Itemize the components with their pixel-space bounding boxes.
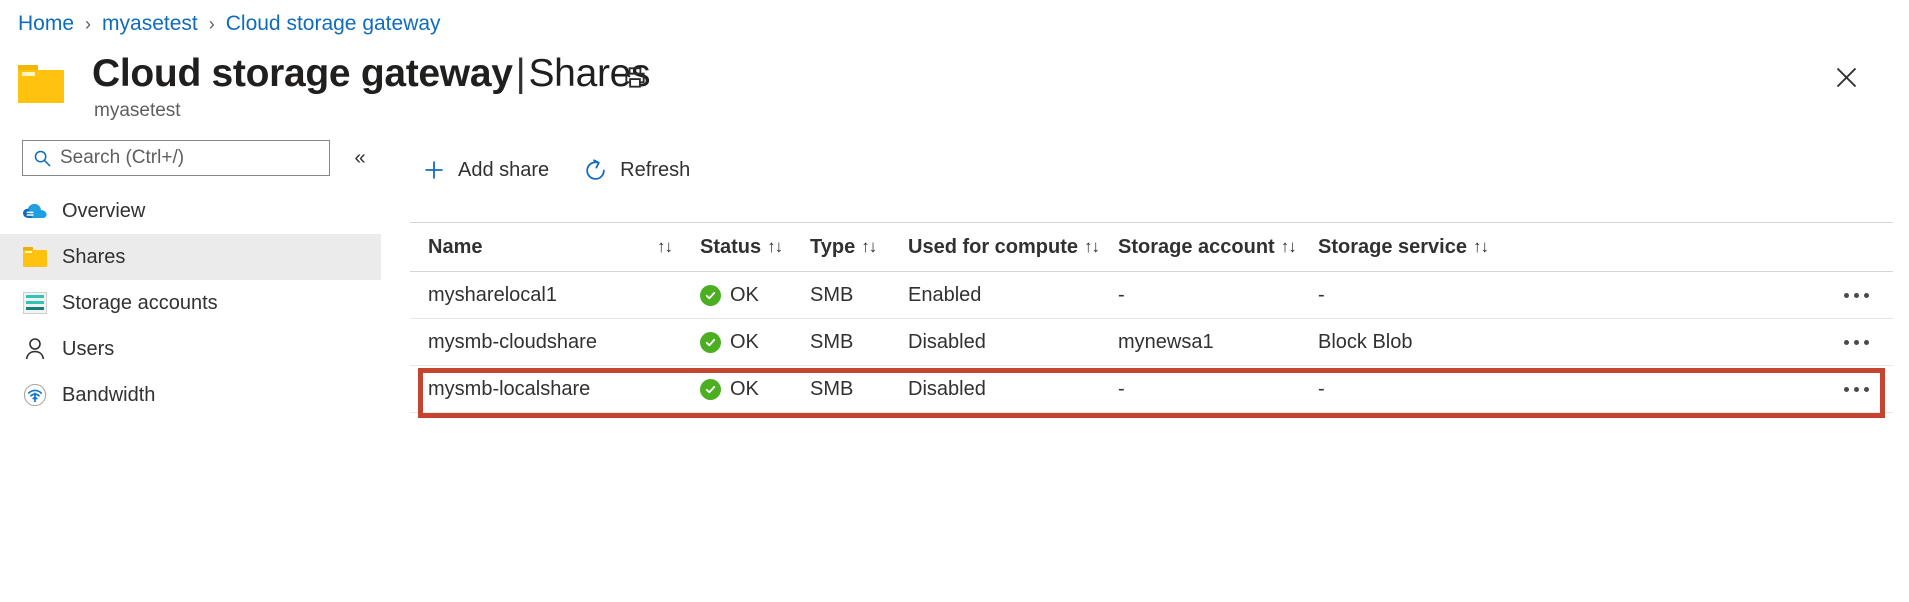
search-input[interactable] xyxy=(60,147,310,169)
sidebar-item-storage-accounts[interactable]: Storage accounts xyxy=(0,280,381,326)
cell-storage-service: - xyxy=(1318,378,1523,401)
cell-storage-account: mynewsa1 xyxy=(1118,331,1318,354)
cloud-icon xyxy=(22,198,48,224)
folder-icon xyxy=(18,65,64,103)
page-title: Cloud storage gateway|Shares xyxy=(92,52,650,96)
more-options-icon[interactable] xyxy=(1840,287,1873,304)
column-header-name[interactable]: Name ↑↓ xyxy=(410,236,700,259)
cell-actions xyxy=(1523,381,1893,398)
cell-used-for-compute: Disabled xyxy=(908,378,1118,401)
refresh-label: Refresh xyxy=(620,159,690,182)
column-header-label: Storage account xyxy=(1118,236,1275,259)
cell-name: mysmb-cloudshare xyxy=(410,331,700,354)
breadcrumb-item-cloud-storage-gateway[interactable]: Cloud storage gateway xyxy=(226,12,441,36)
table-row[interactable]: mysharelocal1 OK SMB Enabled - - xyxy=(410,272,1893,319)
user-icon xyxy=(22,336,48,362)
column-header-used-for-compute[interactable]: Used for compute ↑↓ xyxy=(908,236,1118,259)
cell-status: OK xyxy=(700,331,810,354)
collapse-sidebar-button[interactable]: « xyxy=(345,144,375,172)
refresh-button[interactable]: Refresh xyxy=(583,158,690,183)
more-options-icon[interactable] xyxy=(1840,334,1873,351)
cell-storage-service: - xyxy=(1318,284,1523,307)
sidebar-item-bandwidth[interactable]: Bandwidth xyxy=(0,372,381,418)
bandwidth-icon xyxy=(22,382,48,408)
sidebar-item-label: Storage accounts xyxy=(62,292,218,315)
sort-icon[interactable]: ↑↓ xyxy=(657,237,672,257)
search-box[interactable] xyxy=(22,140,330,176)
page-subtitle: myasetest xyxy=(94,100,181,122)
cell-name: mysmb-localshare xyxy=(410,378,700,401)
sidebar-nav-list: Overview Shares Storage accounts xyxy=(0,188,381,418)
azure-portal-shares-blade: Home › myasetest › Cloud storage gateway… xyxy=(0,0,1909,602)
main-content: Add share Refresh Name ↑↓ xyxy=(410,138,1909,602)
close-icon[interactable] xyxy=(1825,56,1867,98)
cell-storage-account: - xyxy=(1118,284,1318,307)
add-share-button[interactable]: Add share xyxy=(422,158,549,182)
sidebar-item-label: Shares xyxy=(62,246,125,269)
cell-actions xyxy=(1523,334,1893,351)
cell-type: SMB xyxy=(810,331,908,354)
blade-header: Cloud storage gateway|Shares myasetest xyxy=(18,52,1889,124)
cell-status: OK xyxy=(700,284,810,307)
breadcrumb: Home › myasetest › Cloud storage gateway xyxy=(18,8,441,40)
refresh-icon xyxy=(583,158,608,183)
breadcrumb-item-myasetest[interactable]: myasetest xyxy=(102,12,198,36)
cell-status: OK xyxy=(700,378,810,401)
cell-actions xyxy=(1523,287,1893,304)
status-label: OK xyxy=(730,378,759,401)
cell-type: SMB xyxy=(810,284,908,307)
table-row[interactable]: mysmb-cloudshare OK SMB Disabled mynewsa… xyxy=(410,319,1893,366)
cell-storage-service: Block Blob xyxy=(1318,331,1523,354)
sidebar-item-label: Overview xyxy=(62,200,145,223)
sidebar-item-users[interactable]: Users xyxy=(0,326,381,372)
cell-used-for-compute: Enabled xyxy=(908,284,1118,307)
status-ok-icon xyxy=(700,379,721,400)
folder-icon xyxy=(22,244,48,270)
status-ok-icon xyxy=(700,332,721,353)
status-ok-icon xyxy=(700,285,721,306)
column-header-type[interactable]: Type ↑↓ xyxy=(810,236,908,259)
table-header-row: Name ↑↓ Status ↑↓ Type ↑↓ Used for compu… xyxy=(410,223,1893,272)
status-label: OK xyxy=(730,331,759,354)
cell-used-for-compute: Disabled xyxy=(908,331,1118,354)
column-header-label: Status xyxy=(700,236,761,259)
breadcrumb-item-home[interactable]: Home xyxy=(18,12,74,36)
sidebar-item-shares[interactable]: Shares xyxy=(0,234,381,280)
storage-accounts-icon xyxy=(22,290,48,316)
command-bar: Add share Refresh xyxy=(422,146,690,194)
plus-icon xyxy=(422,158,446,182)
shares-table: Name ↑↓ Status ↑↓ Type ↑↓ Used for compu… xyxy=(410,223,1893,413)
sort-icon[interactable]: ↑↓ xyxy=(767,237,782,257)
sidebar-item-label: Bandwidth xyxy=(62,384,155,407)
column-header-storage-service[interactable]: Storage service ↑↓ xyxy=(1318,236,1523,259)
breadcrumb-separator-icon: › xyxy=(209,14,215,35)
sidebar: « Overview Shares xyxy=(0,138,400,602)
column-header-status[interactable]: Status ↑↓ xyxy=(700,236,810,259)
more-options-icon[interactable] xyxy=(1840,381,1873,398)
page-title-separator: | xyxy=(513,52,529,95)
sidebar-item-label: Users xyxy=(62,338,114,361)
add-share-label: Add share xyxy=(458,159,549,182)
cell-storage-account: - xyxy=(1118,378,1318,401)
sort-icon[interactable]: ↑↓ xyxy=(1281,237,1296,257)
cell-name: mysharelocal1 xyxy=(410,284,700,307)
sidebar-item-overview[interactable]: Overview xyxy=(0,188,381,234)
print-icon[interactable] xyxy=(615,58,655,98)
column-header-label: Storage service xyxy=(1318,236,1467,259)
column-header-label: Name xyxy=(428,236,482,259)
status-label: OK xyxy=(730,284,759,307)
column-header-storage-account[interactable]: Storage account ↑↓ xyxy=(1118,236,1318,259)
sort-icon[interactable]: ↑↓ xyxy=(861,237,876,257)
cell-type: SMB xyxy=(810,378,908,401)
column-header-label: Used for compute xyxy=(908,236,1078,259)
table-row[interactable]: mysmb-localshare OK SMB Disabled - - xyxy=(410,366,1893,413)
sort-icon[interactable]: ↑↓ xyxy=(1473,237,1488,257)
column-header-label: Type xyxy=(810,236,855,259)
breadcrumb-separator-icon: › xyxy=(85,14,91,35)
search-icon xyxy=(33,149,52,168)
page-title-resource: Cloud storage gateway xyxy=(92,52,513,95)
sort-icon[interactable]: ↑↓ xyxy=(1084,237,1099,257)
